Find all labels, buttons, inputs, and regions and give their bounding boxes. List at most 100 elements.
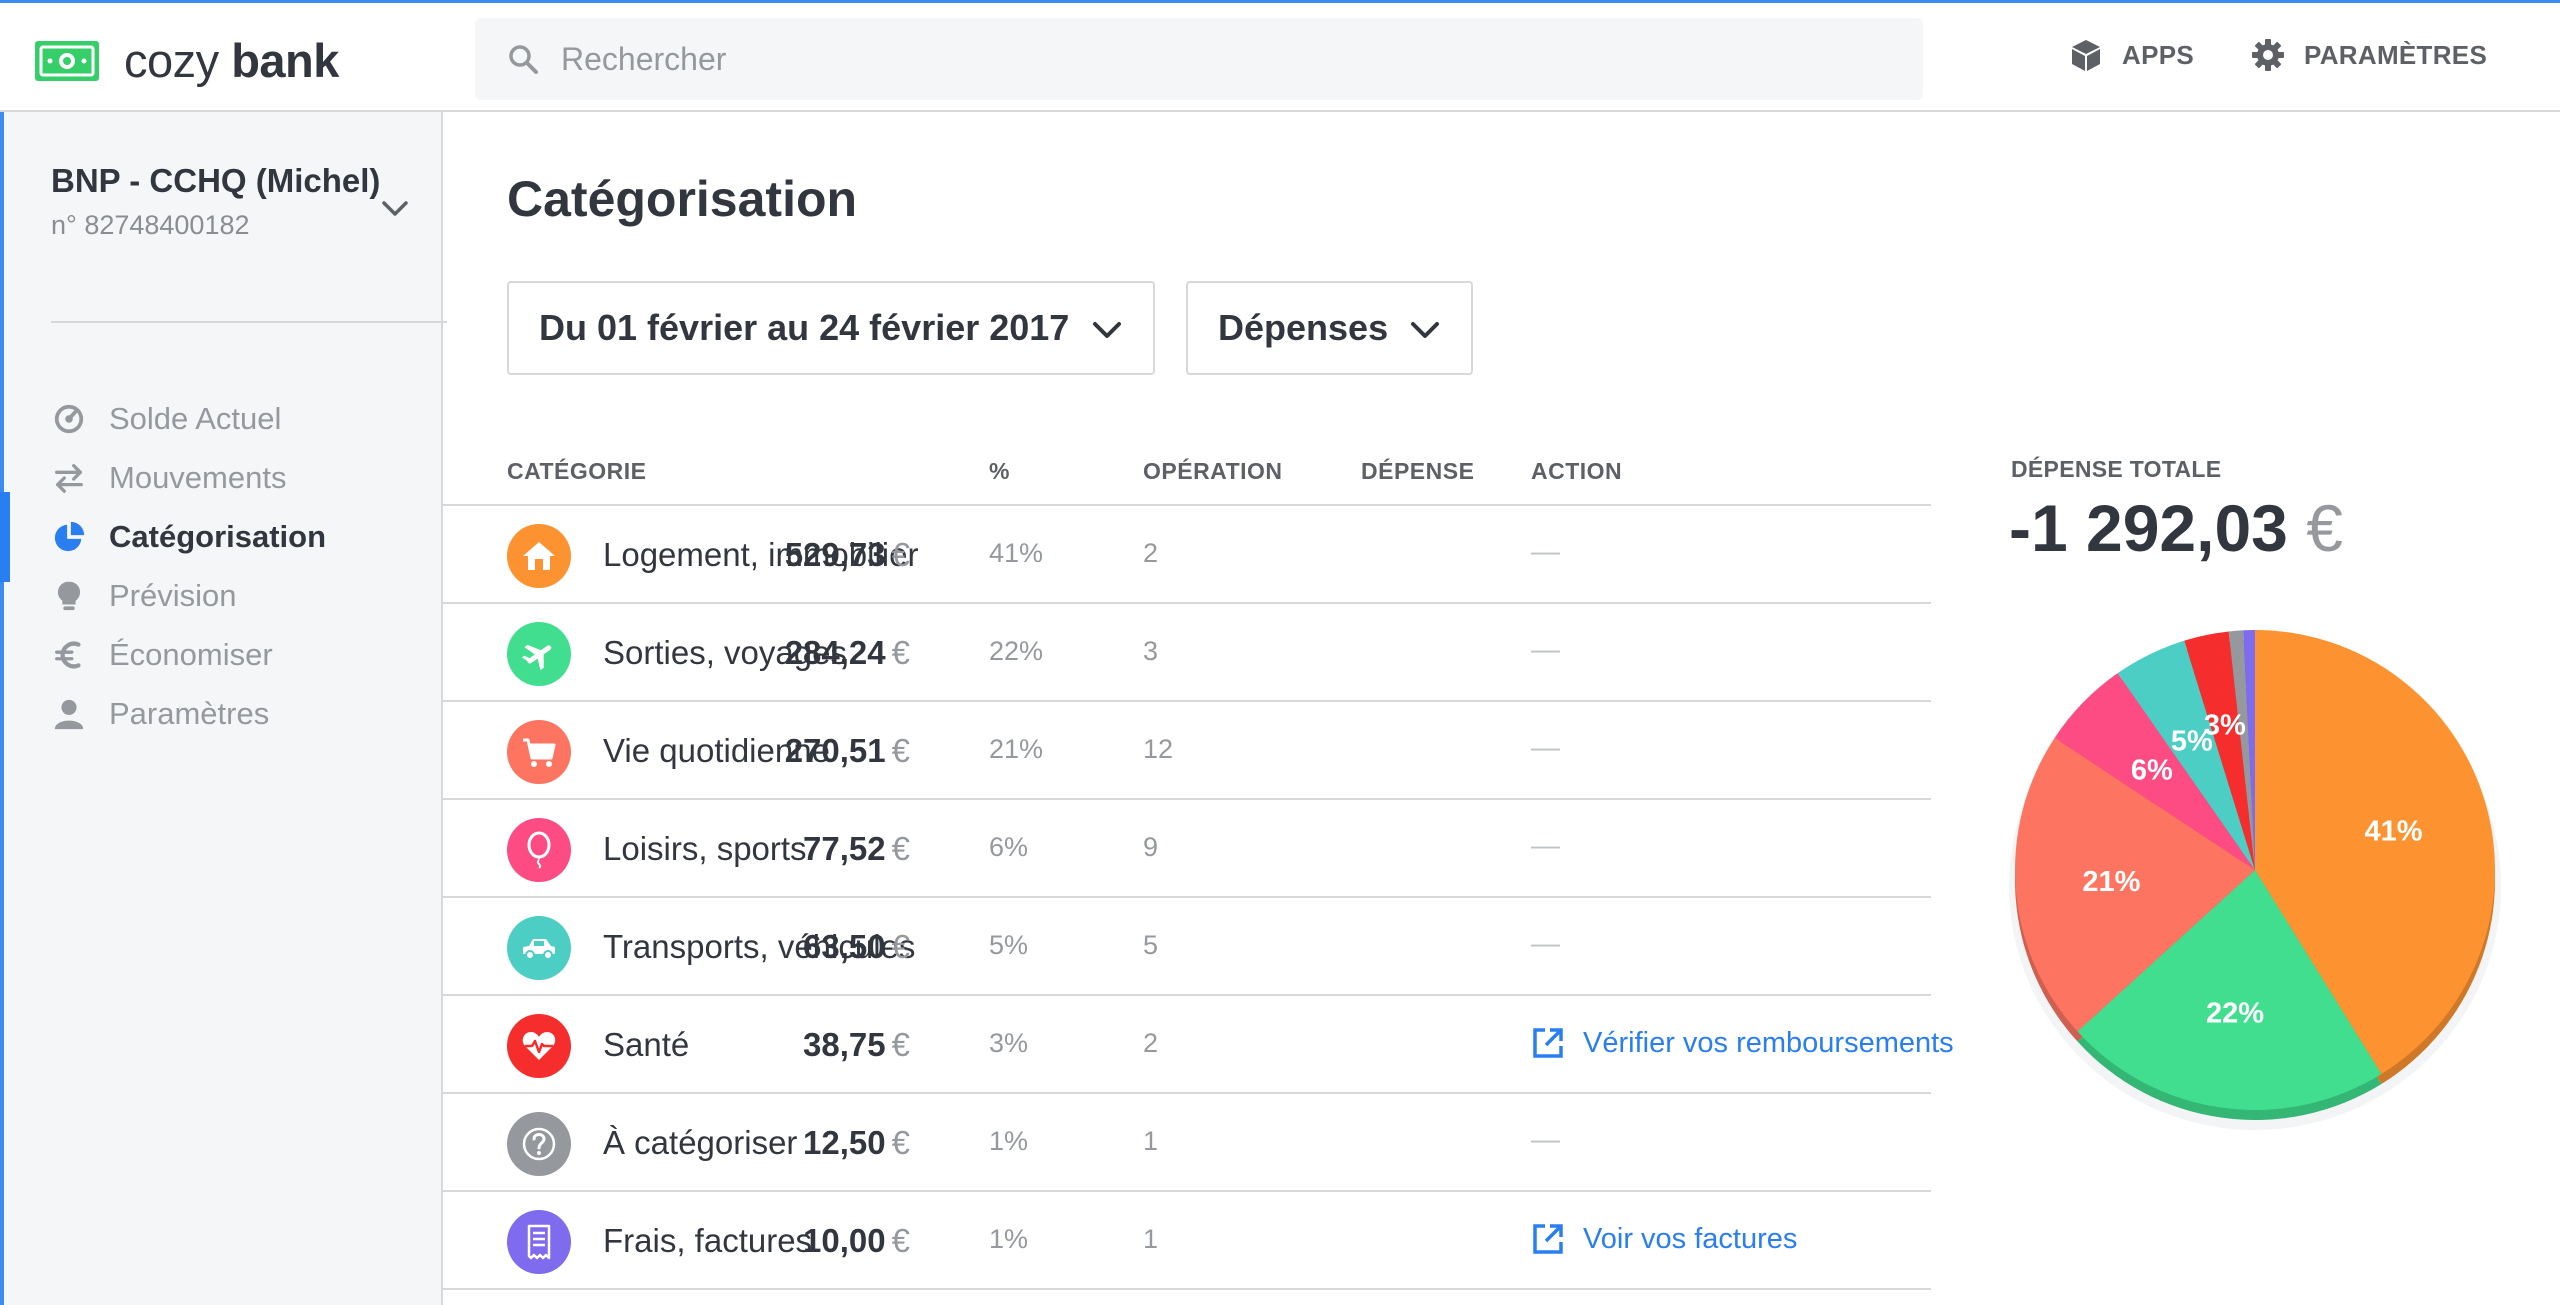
- category-name: À catégoriser: [603, 1124, 798, 1161]
- category-percent: 5%: [989, 930, 1029, 960]
- category-percent: 41%: [989, 538, 1044, 568]
- header-percent[interactable]: %: [989, 458, 1010, 485]
- category-amount: 10,00 €: [803, 1222, 910, 1259]
- account-switcher[interactable]: BNP - CCHQ (Michel) n° 82748400182: [51, 162, 380, 241]
- view-invoices-link[interactable]: Voir vos factures: [1531, 1222, 1797, 1256]
- user-icon: [51, 696, 87, 732]
- category-operations: 5: [1143, 930, 1159, 960]
- header-action: ACTION: [1531, 458, 1623, 484]
- external-link-icon: [1533, 1028, 1563, 1058]
- category-amount: 284,24 €: [784, 634, 910, 671]
- search-icon: [509, 45, 538, 74]
- category-operations: 1: [1143, 1224, 1159, 1254]
- table-row[interactable]: Loisirs, sports 6% 9 77,52 € —: [443, 800, 1931, 898]
- category-percent: 1%: [989, 1126, 1029, 1156]
- table-row[interactable]: Vie quotidienne 21% 12 270,51 € —: [443, 702, 1931, 800]
- category-action: —: [1531, 732, 1560, 764]
- sidebar-item-parametres[interactable]: Paramètres: [4, 669, 443, 759]
- balloon-icon: [507, 818, 571, 882]
- sidebar-item-label: Économiser: [109, 637, 273, 672]
- sidebar: BNP - CCHQ (Michel) n° 82748400182 Solde…: [0, 112, 447, 1305]
- category-amount: 270,51 €: [784, 732, 910, 769]
- question-icon: [507, 1112, 571, 1176]
- table-row[interactable]: Logement, immobilier 41% 2 529,73 € —: [443, 506, 1931, 604]
- category-name: Santé: [603, 1026, 690, 1063]
- expense-pie-chart: 41%22%21%6%5%3%: [2009, 630, 2501, 1130]
- sidebar-item-label: Solde Actuel: [109, 401, 282, 436]
- car-icon: [507, 916, 571, 980]
- table-row[interactable]: Sorties, voyages 22% 3 284,24 € —: [443, 604, 1931, 702]
- app-name: cozy bank: [124, 34, 339, 87]
- chevron-down-icon[interactable]: [377, 190, 413, 226]
- cart-icon: [507, 720, 571, 784]
- apps-label: APPS: [2122, 39, 2195, 70]
- sidebar-item-label: Catégorisation: [109, 519, 327, 554]
- pie-label-loisirs-sports: 6%: [2131, 755, 2173, 787]
- category-operations: 1: [1143, 1126, 1159, 1156]
- category-percent: 3%: [989, 1028, 1029, 1058]
- total-expense-value: -1 292,03 €: [2009, 491, 2343, 565]
- sidebar-item-label: Paramètres: [109, 696, 270, 731]
- category-action: —: [1531, 634, 1560, 666]
- sidebar-divider: [51, 321, 447, 323]
- header-operation[interactable]: OPÉRATION: [1143, 458, 1283, 485]
- category-name: Frais, factures: [603, 1222, 813, 1259]
- category-amount: 529,73 €: [784, 536, 910, 573]
- category-action: —: [1531, 830, 1560, 862]
- banknote-icon: [35, 40, 99, 81]
- apps-button[interactable]: APPS: [2068, 37, 2194, 73]
- table-row[interactable]: À catégoriser 1% 1 12,50 € —: [443, 1094, 1931, 1192]
- settings-button[interactable]: PARAMÈTRES: [2250, 37, 2487, 73]
- period-select[interactable]: Du 01 février au 24 février 2017: [507, 281, 1155, 375]
- category-action: —: [1531, 928, 1560, 960]
- total-expense-label: DÉPENSE TOTALE: [2011, 456, 2222, 482]
- category-percent: 6%: [989, 832, 1029, 862]
- search-bar[interactable]: [475, 18, 1923, 100]
- pie-label-sorties-voyages: 22%: [2206, 998, 2264, 1030]
- categories-table: CATÉGORIE % OPÉRATION DÉPENSE ACTION Log…: [443, 440, 1954, 1290]
- kind-select[interactable]: Dépenses: [1186, 281, 1473, 375]
- category-amount: 38,75 €: [803, 1026, 910, 1063]
- external-link-icon: [1533, 1224, 1563, 1254]
- arrows-swap-icon: [51, 460, 87, 496]
- sidebar-item-label: Prévision: [109, 578, 237, 613]
- pie-label-vie-quotidienne: 21%: [2082, 866, 2140, 898]
- pie-label-logement-immobilier: 41%: [2364, 816, 2422, 848]
- header-expense[interactable]: DÉPENSE: [1361, 458, 1474, 485]
- account-name: BNP - CCHQ (Michel): [51, 162, 381, 199]
- receipt-icon: [507, 1210, 571, 1274]
- table-row[interactable]: Transports, véhicules 5% 5 63,50 € —: [443, 898, 1931, 996]
- header-category[interactable]: CATÉGORIE: [507, 458, 647, 485]
- account-number: n° 82748400182: [51, 210, 250, 240]
- heart-icon: [507, 1014, 571, 1078]
- category-operations: 3: [1143, 636, 1159, 666]
- table-row[interactable]: Santé 3% 2 38,75 € Vérifier vos rembourse…: [443, 996, 1954, 1094]
- category-operations: 2: [1143, 1028, 1159, 1058]
- app-logo[interactable]: cozy bank: [34, 33, 339, 88]
- table-row[interactable]: Frais, factures 1% 1 10,00 € Voir vos fac…: [443, 1192, 1931, 1290]
- house-icon: [507, 524, 571, 588]
- pie-chart-icon: [51, 519, 87, 555]
- cube-icon: [2072, 40, 2100, 71]
- category-percent: 22%: [989, 636, 1044, 666]
- check-reimbursements-link[interactable]: Vérifier vos remboursements: [1531, 1026, 1954, 1060]
- category-operations: 12: [1143, 734, 1174, 764]
- chevron-down-icon: [1411, 322, 1439, 338]
- chevron-down-icon: [1093, 322, 1121, 338]
- page-title: Catégorisation: [507, 171, 858, 227]
- search-input[interactable]: [559, 39, 1863, 79]
- category-percent: 21%: [989, 734, 1044, 764]
- category-percent: 1%: [989, 1224, 1029, 1254]
- category-action: —: [1531, 1124, 1560, 1156]
- category-amount: 12,50 €: [803, 1124, 910, 1161]
- lightbulb-icon: [51, 578, 87, 614]
- period-select-value: Du 01 février au 24 février 2017: [539, 307, 1070, 348]
- pie-label-sante: 3%: [2204, 709, 2246, 741]
- category-amount: 63,50 €: [803, 928, 910, 965]
- plane-icon: [507, 622, 571, 686]
- sidebar-item-label: Mouvements: [109, 460, 287, 495]
- kind-select-value: Dépenses: [1218, 307, 1389, 348]
- top-bar: cozy bank APPS: [0, 0, 2560, 112]
- settings-label: PARAMÈTRES: [2304, 39, 2488, 70]
- gear-icon: [2252, 39, 2284, 71]
